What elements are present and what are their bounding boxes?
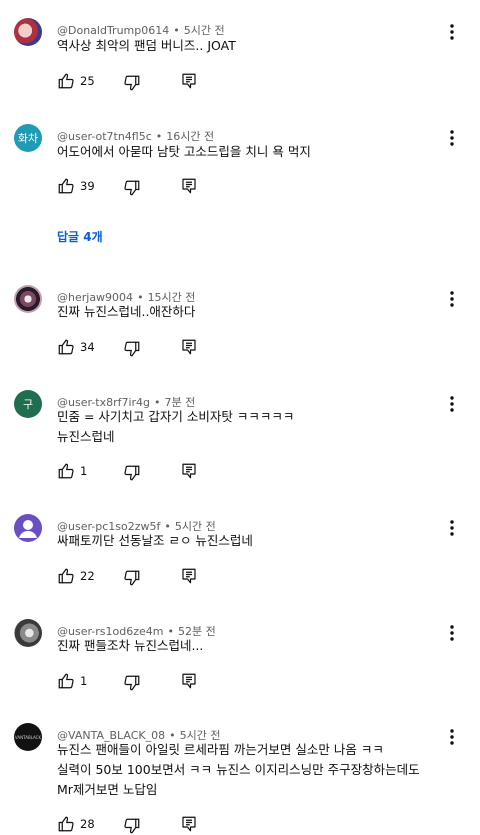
- comment-text: 진짜 뉴진스럽네..애잔하다: [57, 302, 195, 322]
- comment-text-line: 진짜 팬들조차 뉴진스럽네...: [57, 638, 204, 653]
- avatar-logo-text: VANTABLACK: [14, 734, 42, 740]
- like-icon[interactable]: [57, 672, 75, 690]
- comment-actions: 34: [57, 338, 257, 358]
- more-options-icon[interactable]: [444, 623, 460, 643]
- comment-text-line: 역사상 최악의 팬덤 버니즈.. JOAT: [57, 38, 236, 53]
- more-options-icon[interactable]: [444, 22, 460, 42]
- like-count: 34: [80, 340, 95, 354]
- avatar[interactable]: 구: [14, 390, 42, 418]
- dislike-icon[interactable]: [123, 817, 141, 835]
- comment-text-line: Mr제거보면 노답임: [57, 782, 158, 797]
- like-count: 1: [80, 464, 88, 478]
- avatar[interactable]: VANTABLACK: [14, 723, 42, 751]
- view-replies-link[interactable]: 답글 4개: [57, 228, 103, 245]
- comment-text-line: 어도어에서 아묻따 남탓 고소드립을 치니 욕 먹지: [57, 144, 311, 159]
- dislike-icon[interactable]: [123, 179, 141, 197]
- reply-icon[interactable]: [180, 72, 198, 90]
- comment-text-line: 민줌 = 사기치고 갑자기 소비자탓 ㅋㅋㅋㅋㅋ: [57, 409, 295, 424]
- comment-text-line: 싸패토끼단 선동날조 ㄹㅇ 뉴진스럽네: [57, 533, 253, 548]
- more-options-icon[interactable]: [444, 128, 460, 148]
- like-icon[interactable]: [57, 815, 75, 833]
- reply-icon[interactable]: [180, 338, 198, 356]
- comment-text: 어도어에서 아묻따 남탓 고소드립을 치니 욕 먹지: [57, 142, 311, 162]
- avatar[interactable]: [14, 619, 42, 647]
- dislike-icon[interactable]: [123, 464, 141, 482]
- comment-actions: 28: [57, 815, 257, 835]
- comment-text-line: 뉴진스럽네: [57, 429, 115, 444]
- comment-actions: 1: [57, 672, 257, 692]
- reply-icon[interactable]: [180, 462, 198, 480]
- more-options-icon[interactable]: [444, 289, 460, 309]
- comment-actions: 39: [57, 177, 257, 197]
- avatar[interactable]: [14, 18, 42, 46]
- like-count: 22: [80, 569, 95, 583]
- reply-icon[interactable]: [180, 672, 198, 690]
- avatar[interactable]: [14, 514, 42, 542]
- like-icon[interactable]: [57, 72, 75, 90]
- like-icon[interactable]: [57, 338, 75, 356]
- like-icon[interactable]: [57, 462, 75, 480]
- more-options-icon[interactable]: [444, 394, 460, 414]
- dislike-icon[interactable]: [123, 674, 141, 692]
- reply-icon[interactable]: [180, 567, 198, 585]
- comment-text: 뉴진스 팬애들이 아일릿 르세라핌 까는거보면 실소만 나옴 ㅋㅋ 실력이 50…: [57, 740, 420, 800]
- more-options-icon[interactable]: [444, 727, 460, 747]
- like-count: 25: [80, 74, 95, 88]
- comment-text-line: 뉴진스 팬애들이 아일릿 르세라핌 까는거보면 실소만 나옴 ㅋㅋ: [57, 742, 384, 757]
- like-count: 39: [80, 179, 95, 193]
- avatar-letter: 화차: [17, 132, 39, 145]
- like-icon[interactable]: [57, 567, 75, 585]
- reply-icon[interactable]: [180, 815, 198, 833]
- like-count: 1: [80, 674, 88, 688]
- avatar[interactable]: [14, 285, 42, 313]
- person-icon: [19, 520, 37, 538]
- comment-actions: 25: [57, 72, 257, 92]
- comment-actions: 22: [57, 567, 257, 587]
- comment-text-line: 진짜 뉴진스럽네..애잔하다: [57, 304, 196, 319]
- comment-text: 싸패토끼단 선동날조 ㄹㅇ 뉴진스럽네: [57, 531, 253, 551]
- comment-text-line: 실력이 50보 100보면서 ㅋㅋ 뉴진스 이지리스닝만 주구장창하는데도: [57, 762, 420, 777]
- like-icon[interactable]: [57, 177, 75, 195]
- comment-text: 민줌 = 사기치고 갑자기 소비자탓 ㅋㅋㅋㅋㅋ 뉴진스럽네: [57, 407, 294, 447]
- dislike-icon[interactable]: [123, 569, 141, 587]
- more-options-icon[interactable]: [444, 518, 460, 538]
- dislike-icon[interactable]: [123, 74, 141, 92]
- avatar[interactable]: 화차: [14, 124, 42, 152]
- avatar-letter: 구: [22, 398, 34, 411]
- comment-text: 진짜 팬들조차 뉴진스럽네...: [57, 636, 203, 656]
- comment-actions: 1: [57, 462, 257, 482]
- reply-icon[interactable]: [180, 177, 198, 195]
- dislike-icon[interactable]: [123, 340, 141, 358]
- comment-text: 역사상 최악의 팬덤 버니즈.. JOAT: [57, 36, 236, 56]
